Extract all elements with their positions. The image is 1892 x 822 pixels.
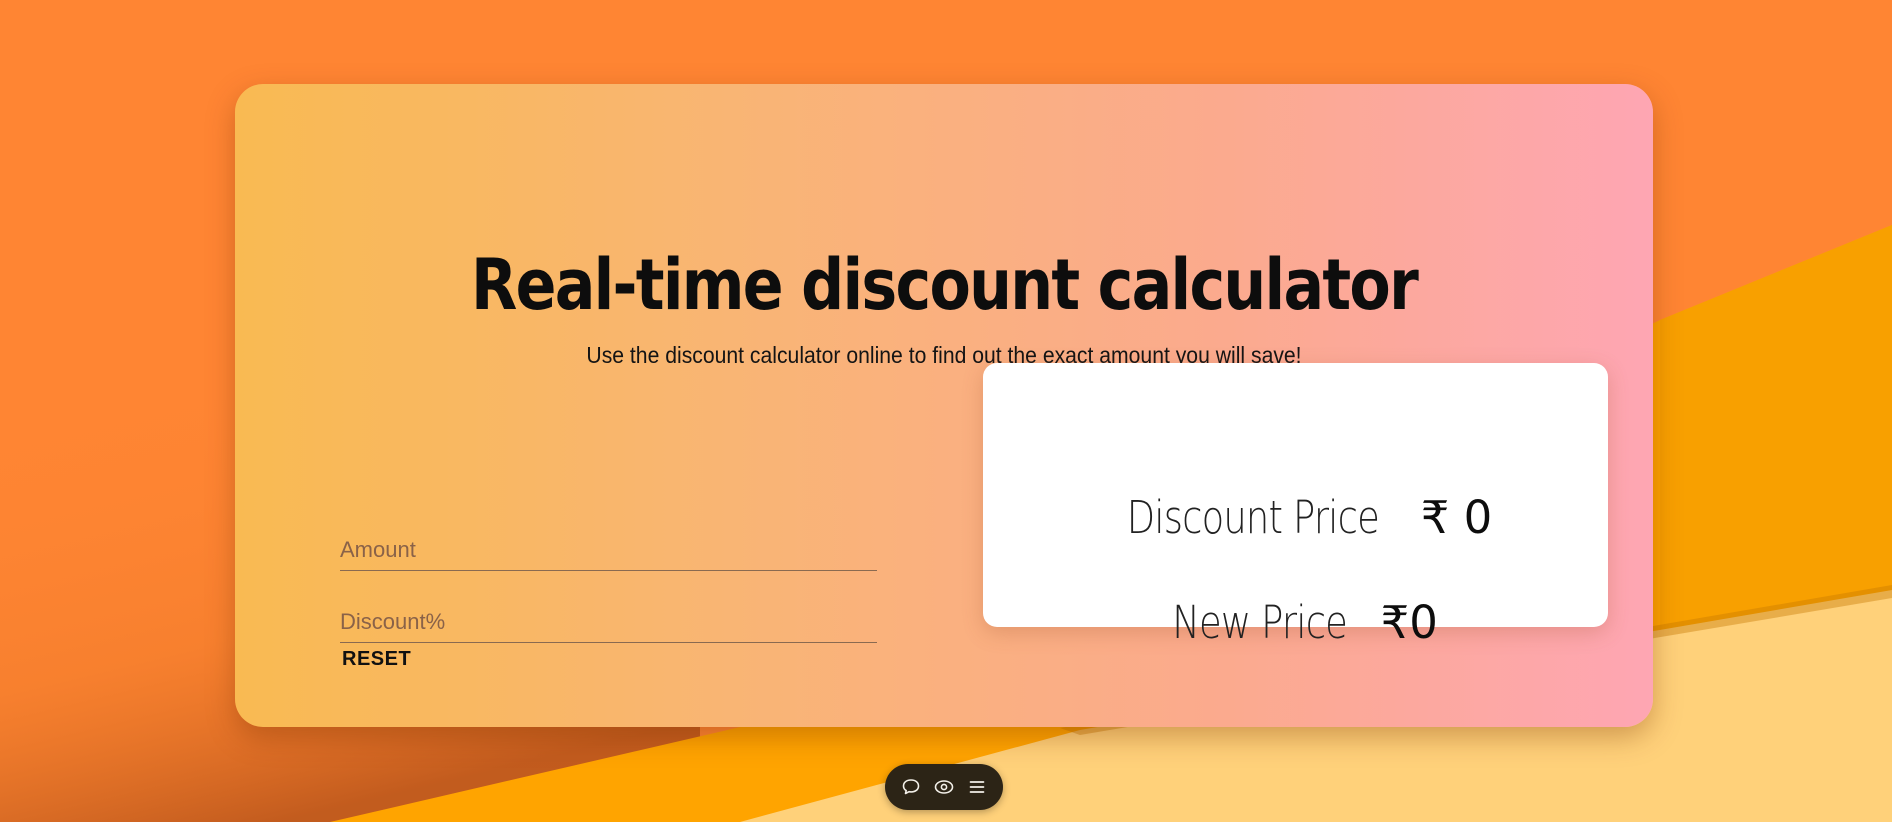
discount-price-value: ₹ 0 [1420, 491, 1493, 544]
reset-button[interactable]: RESET [338, 640, 415, 679]
calculator-card: Real-time discount calculator Use the di… [235, 84, 1653, 727]
floating-toolbar [885, 764, 1003, 810]
amount-field [340, 530, 877, 571]
new-price-display: New Price ₹0 [983, 596, 1608, 649]
discount-field [340, 602, 877, 643]
result-panel: Discount Price ₹ 0 New Price ₹0 [983, 363, 1608, 649]
menu-icon[interactable] [963, 773, 991, 801]
new-price-value: ₹0 [1380, 596, 1438, 649]
page-title: Real-time discount calculator [470, 244, 1419, 326]
new-price-label: New Price [1172, 596, 1348, 649]
discount-input[interactable] [340, 602, 877, 642]
chat-icon[interactable] [897, 773, 925, 801]
amount-input[interactable] [340, 530, 877, 570]
discount-price-label: Discount Price [1126, 491, 1379, 544]
discount-price-display: Discount Price ₹ 0 [983, 491, 1608, 544]
eye-icon[interactable] [930, 773, 958, 801]
